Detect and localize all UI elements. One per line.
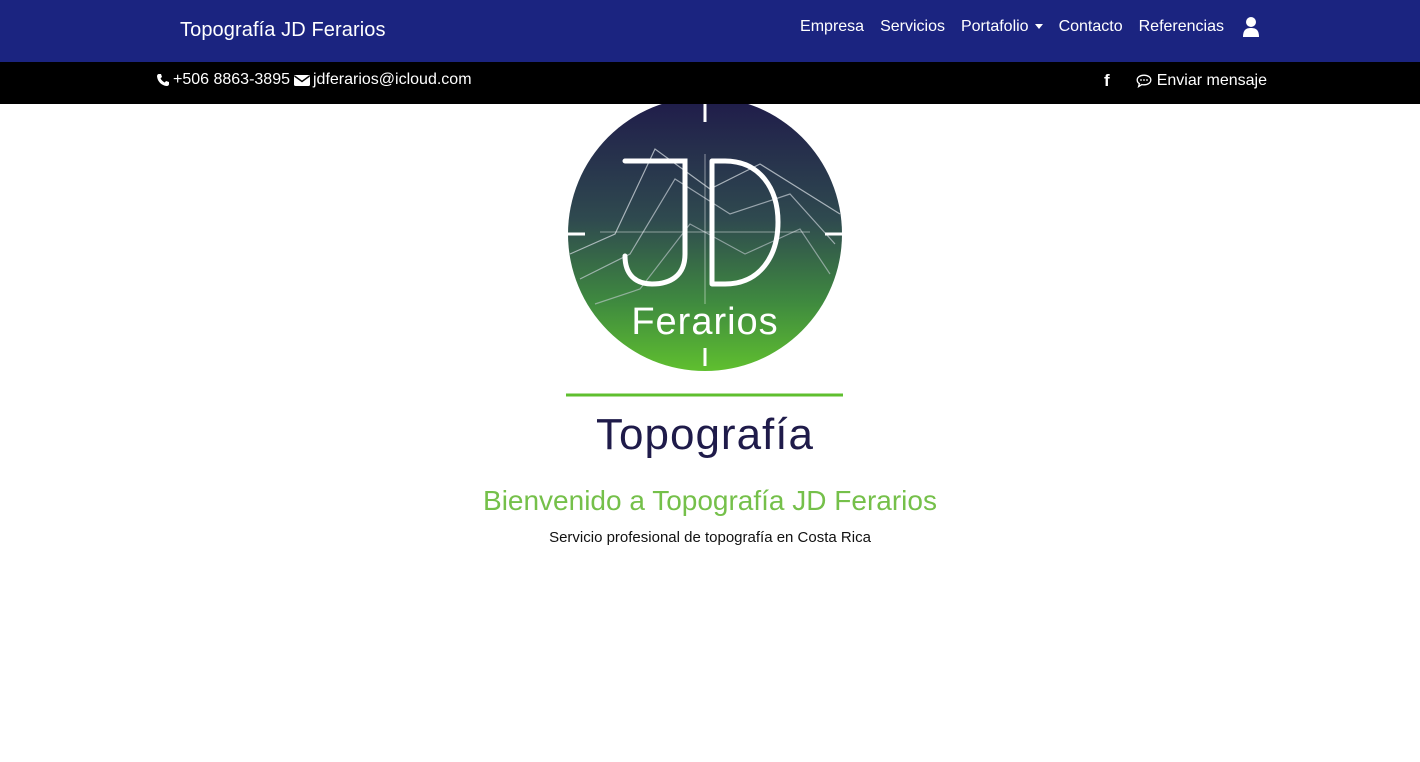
send-message-label: Enviar mensaje — [1156, 72, 1267, 89]
main-navbar: Topografía JD Ferarios Empresa Servicios… — [0, 0, 1420, 62]
nav-servicios[interactable]: Servicios — [880, 18, 945, 36]
nav-empresa[interactable]: Empresa — [800, 18, 864, 36]
nav-contacto[interactable]: Contacto — [1059, 18, 1123, 36]
nav-menu: Empresa Servicios Portafolio Contacto Re… — [800, 16, 1260, 38]
contact-bar: +506 8863-3895 jdferarios@icloud.com f E… — [0, 62, 1420, 104]
phone-link[interactable]: +506 8863-3895 — [156, 71, 290, 89]
welcome-heading: Bienvenido a Topografía JD Ferarios — [483, 485, 937, 516]
facebook-icon[interactable]: f — [1104, 71, 1110, 91]
phone-icon — [157, 74, 169, 86]
email-address: jdferarios@icloud.com — [313, 71, 472, 88]
email-link[interactable]: jdferarios@icloud.com — [294, 71, 472, 89]
send-message-link[interactable]: Enviar mensaje — [1136, 72, 1267, 90]
logo-name: Ferarios — [631, 301, 778, 343]
brand-link[interactable]: Topografía JD Ferarios — [180, 19, 386, 42]
nav-referencias[interactable]: Referencias — [1139, 18, 1224, 36]
nav-portafolio-label: Portafolio — [960, 18, 1029, 35]
phone-number: +506 8863-3895 — [173, 71, 290, 88]
user-icon[interactable] — [1242, 16, 1260, 38]
logo-subtitle: Topografía — [596, 410, 814, 459]
social-links: f Enviar mensaje — [1104, 71, 1267, 91]
envelope-icon — [294, 74, 310, 86]
company-logo: Ferarios Topografía — [560, 97, 850, 466]
contact-info: +506 8863-3895 jdferarios@icloud.com — [156, 71, 472, 89]
logo-graphic: Ferarios Topografía — [566, 97, 843, 459]
speech-bubble-icon — [1136, 74, 1152, 88]
hero-tagline: Servicio profesional de topografía en Co… — [549, 529, 871, 546]
nav-portafolio-dropdown[interactable]: Portafolio — [961, 18, 1043, 36]
caret-down-icon — [1034, 24, 1043, 30]
